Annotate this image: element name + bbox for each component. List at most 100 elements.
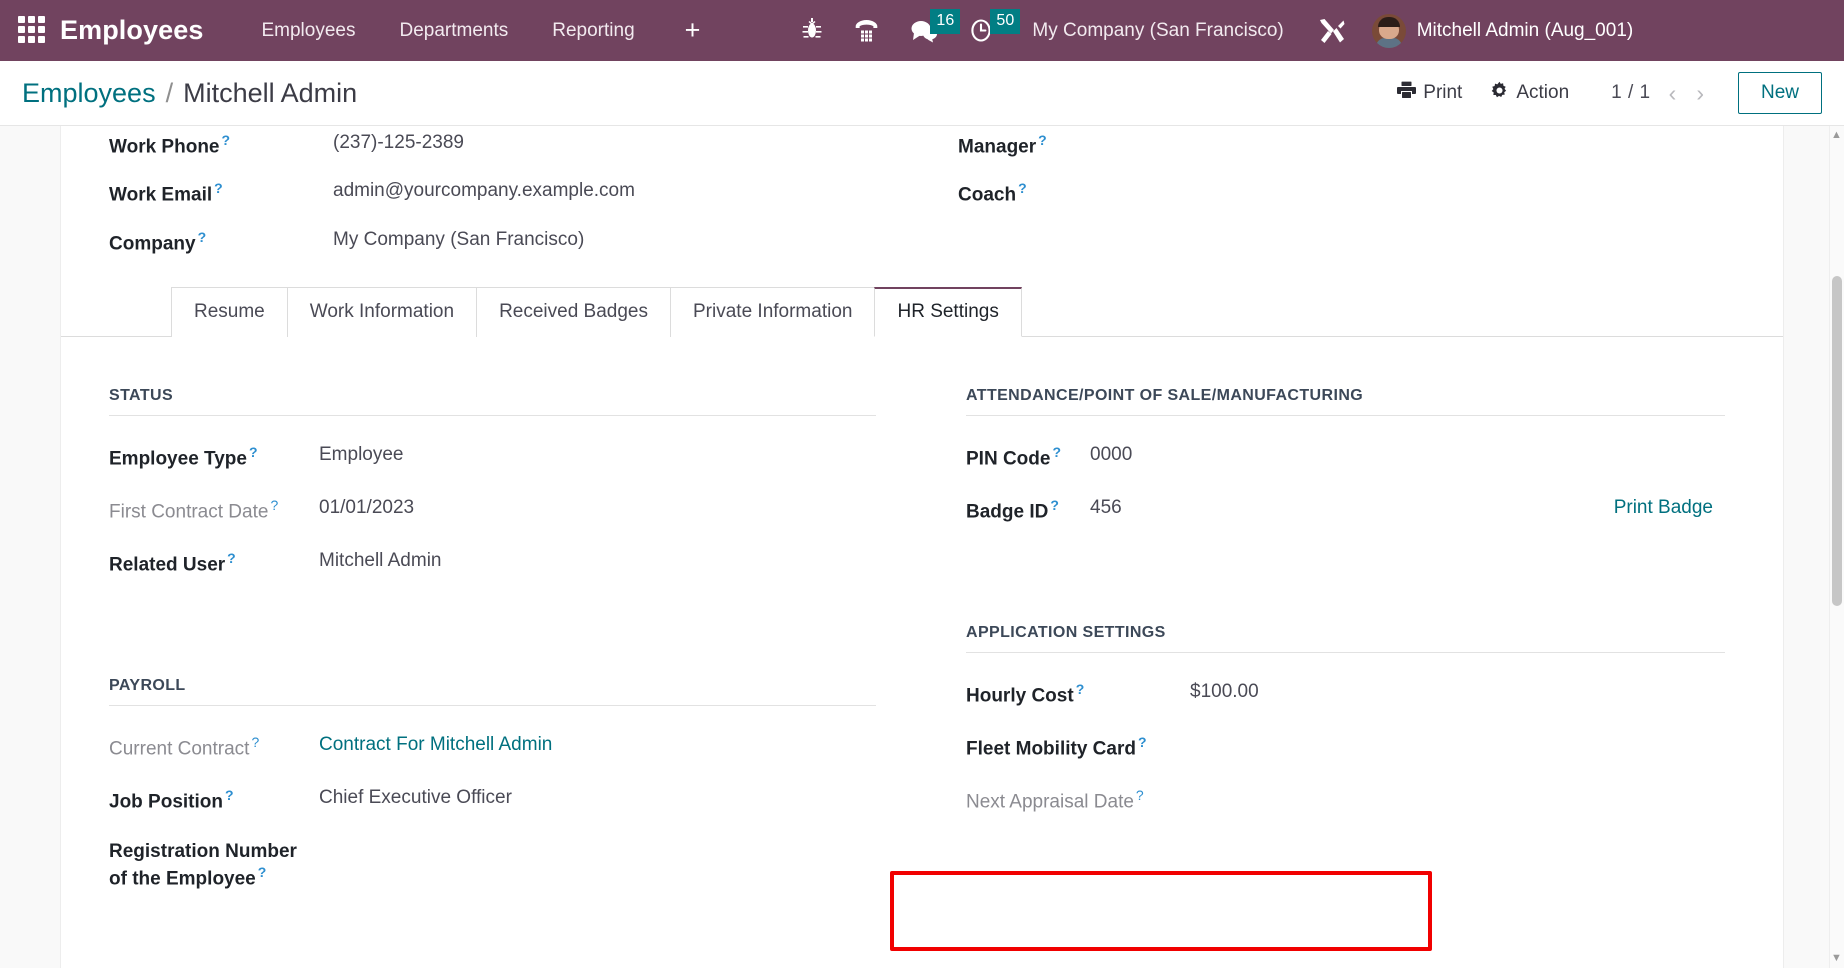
- help-icon[interactable]: ?: [1076, 681, 1085, 697]
- new-record-plus-button[interactable]: +: [667, 17, 719, 44]
- scroll-down-arrow-icon[interactable]: ▼: [1831, 953, 1842, 964]
- control-panel: Employees / Mitchell Admin Print Action …: [0, 61, 1844, 126]
- group-title-attendance: ATTENDANCE/POINT OF SALE/MANUFACTURING: [966, 387, 1725, 416]
- header-fields-row-1: Work Phone? (237)-125-2389 Manager?: [109, 132, 1735, 158]
- form-sheet: Work Phone? (237)-125-2389 Manager? Work…: [60, 126, 1784, 968]
- field-value-current-contract[interactable]: Contract For Mitchell Admin: [319, 734, 552, 756]
- menu-departments[interactable]: Departments: [377, 0, 530, 61]
- breadcrumb-current: Mitchell Admin: [183, 77, 358, 108]
- field-first-contract-date: First Contract Date? 01/01/2023: [109, 497, 876, 524]
- top-navbar: Employees Employees Departments Reportin…: [0, 0, 1844, 61]
- pager-next-icon[interactable]: ›: [1688, 81, 1712, 105]
- help-icon[interactable]: ?: [1038, 132, 1047, 148]
- field-value-work-phone[interactable]: (237)-125-2389: [333, 132, 464, 158]
- printer-icon: [1397, 81, 1417, 105]
- field-label-badge-id: Badge ID?: [966, 497, 1059, 523]
- field-badge-id: Badge ID? 456 Print Badge: [966, 497, 1725, 524]
- help-icon[interactable]: ?: [198, 229, 207, 245]
- field-label-pin-code: PIN Code?: [966, 443, 1062, 470]
- app-brand-title[interactable]: Employees: [60, 15, 203, 46]
- print-button[interactable]: Print: [1383, 75, 1476, 111]
- field-fleet-mobility-card: Fleet Mobility Card?: [966, 734, 1725, 761]
- group-title-payroll: PAYROLL: [109, 677, 876, 707]
- breadcrumb-root-link[interactable]: Employees: [22, 78, 156, 109]
- left-column-spacer: [109, 603, 876, 677]
- hr-settings-left-column: STATUS Employee Type? Employee First Con…: [109, 387, 922, 917]
- user-name-label: Mitchell Admin (Aug_001): [1416, 19, 1634, 41]
- help-icon[interactable]: ?: [249, 444, 258, 460]
- dialpad-icon[interactable]: [839, 0, 894, 61]
- print-badge-button[interactable]: Print Badge: [1614, 497, 1725, 519]
- new-button[interactable]: New: [1737, 72, 1822, 114]
- help-icon[interactable]: ?: [214, 180, 223, 196]
- field-value-related-user[interactable]: Mitchell Admin: [319, 550, 442, 572]
- scrollbar-thumb[interactable]: [1832, 276, 1842, 606]
- help-icon[interactable]: ?: [1050, 497, 1059, 513]
- field-value-job-position[interactable]: Chief Executive Officer: [319, 787, 512, 809]
- field-current-contract: Current Contract? Contract For Mitchell …: [109, 734, 876, 761]
- help-icon[interactable]: ?: [225, 787, 234, 803]
- pager-value: 1 / 1: [1611, 82, 1651, 103]
- field-label-work-email: Work Email?: [109, 180, 223, 206]
- tab-private-information[interactable]: Private Information: [670, 286, 876, 337]
- breadcrumb-separator: /: [165, 77, 174, 108]
- hr-settings-right-column: ATTENDANCE/POINT OF SALE/MANUFACTURING P…: [922, 387, 1735, 917]
- field-registration-number: Registration Number of the Employee?: [109, 840, 876, 891]
- tab-work-information[interactable]: Work Information: [286, 286, 478, 337]
- scroll-up-arrow-icon[interactable]: ▲: [1831, 130, 1842, 141]
- help-icon[interactable]: ?: [222, 132, 231, 148]
- header-fields-group: Work Phone? (237)-125-2389 Manager? Work…: [109, 126, 1735, 255]
- help-icon[interactable]: ?: [258, 864, 267, 880]
- tab-received-badges[interactable]: Received Badges: [476, 286, 671, 337]
- field-label-manager: Manager?: [958, 132, 1047, 158]
- activities-counter-badge: 50: [990, 9, 1021, 34]
- help-icon[interactable]: ?: [1018, 180, 1027, 196]
- user-menu[interactable]: Mitchell Admin (Aug_001): [1360, 13, 1634, 48]
- vertical-scrollbar[interactable]: ▲ ▼: [1829, 126, 1844, 968]
- field-value-work-email[interactable]: admin@yourcompany.example.com: [333, 180, 635, 206]
- menu-employees[interactable]: Employees: [239, 0, 377, 61]
- field-label-company: Company?: [109, 228, 207, 254]
- field-value-hourly-cost[interactable]: $100.00: [1190, 681, 1259, 703]
- record-pager: 1 / 1 ‹ ›: [1605, 81, 1712, 105]
- header-fields-row-3: Company? My Company (San Francisco): [109, 229, 1735, 255]
- field-label-employee-type: Employee Type?: [109, 443, 258, 470]
- action-button[interactable]: Action: [1476, 75, 1583, 112]
- field-next-appraisal-date: Next Appraisal Date?: [966, 787, 1725, 814]
- field-label-hourly-cost: Hourly Cost?: [966, 681, 1085, 707]
- field-label-current-contract: Current Contract?: [109, 734, 260, 760]
- action-label: Action: [1516, 82, 1570, 103]
- wrench-screwdriver-icon[interactable]: [1300, 18, 1360, 44]
- tab-resume[interactable]: Resume: [171, 286, 288, 337]
- print-label: Print: [1423, 82, 1463, 103]
- pager-previous-icon[interactable]: ‹: [1661, 81, 1685, 105]
- field-job-position: Job Position? Chief Executive Officer: [109, 787, 876, 814]
- activities-clock-icon[interactable]: 50: [954, 0, 1021, 61]
- help-icon[interactable]: ?: [227, 550, 236, 566]
- field-value-company[interactable]: My Company (San Francisco): [333, 229, 584, 255]
- field-company: Company? My Company (San Francisco): [109, 229, 922, 255]
- help-icon[interactable]: ?: [1052, 444, 1061, 460]
- company-switcher[interactable]: My Company (San Francisco): [1010, 20, 1299, 42]
- tab-hr-settings[interactable]: HR Settings: [874, 286, 1022, 337]
- field-manager: Manager?: [922, 132, 1735, 158]
- notebook-tabs: Resume Work Information Received Badges …: [61, 286, 1783, 337]
- field-value-first-contract-date[interactable]: 01/01/2023: [319, 497, 414, 519]
- field-coach: Coach?: [922, 180, 1735, 206]
- field-work-email: Work Email? admin@yourcompany.example.co…: [109, 180, 922, 206]
- field-value-badge-id[interactable]: 456: [1090, 497, 1122, 519]
- help-icon[interactable]: ?: [1138, 734, 1147, 750]
- help-icon[interactable]: ?: [270, 497, 278, 513]
- field-value-pin-code[interactable]: 0000: [1090, 444, 1132, 466]
- bug-icon[interactable]: [786, 0, 839, 61]
- field-label-job-position: Job Position?: [109, 787, 234, 813]
- help-icon[interactable]: ?: [1136, 787, 1144, 803]
- apps-grid-icon[interactable]: [18, 15, 48, 46]
- messages-icon[interactable]: 16: [894, 0, 961, 61]
- field-value-employee-type[interactable]: Employee: [319, 444, 404, 466]
- hr-settings-page: STATUS Employee Type? Employee First Con…: [109, 337, 1735, 917]
- field-work-phone: Work Phone? (237)-125-2389: [109, 132, 922, 158]
- field-label-registration-number: Registration Number of the Employee?: [109, 841, 297, 890]
- help-icon[interactable]: ?: [251, 734, 259, 750]
- menu-reporting[interactable]: Reporting: [530, 0, 656, 61]
